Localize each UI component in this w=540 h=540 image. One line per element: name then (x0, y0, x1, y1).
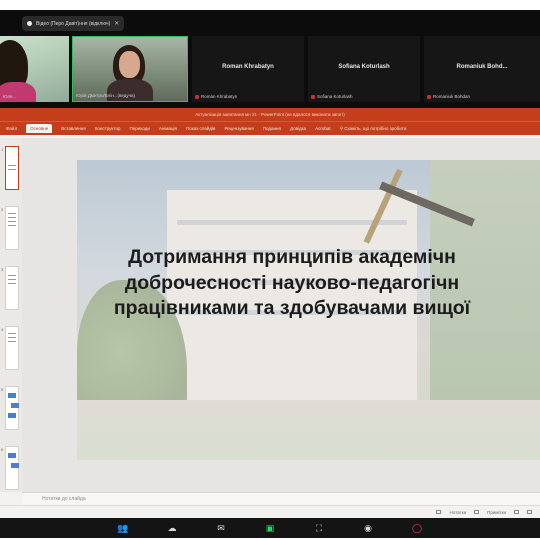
record-icon: ◉ (364, 522, 372, 533)
participant-caption-text: Romaniuk Bohdan (433, 94, 471, 99)
participant-video (107, 79, 153, 101)
participant-tile-active-speaker[interactable]: Юрій Дмитро/Блін...(ведуча) (72, 36, 188, 102)
participant-caption-text: Sofiana Koturlash (317, 94, 353, 99)
chat-icon: ✉ (217, 522, 225, 533)
record-dot-icon (27, 21, 32, 26)
tab-insert[interactable]: Вставлення (61, 126, 86, 131)
leave-button[interactable]: ◯ (393, 518, 442, 538)
mic-muted-icon (427, 94, 431, 99)
thumbnail-number: 1 (1, 147, 4, 152)
slide-title[interactable]: Дотримання принципів академічн доброчесн… (22, 245, 540, 322)
thumbnail-image (5, 446, 19, 490)
meeting-toolbar: 👥 ☁ ✉ ▣ ⛶ ◉ ◯ (0, 518, 540, 538)
thumbnail-image (5, 266, 19, 310)
tab-slideshow[interactable]: Показ слайдів (186, 126, 215, 131)
tab-transitions[interactable]: Переходи (129, 126, 149, 131)
notes-placeholder: Нотатки до слайда (42, 496, 86, 502)
fullscreen-icon: ⛶ (315, 522, 323, 533)
notes-pane[interactable]: Нотатки до слайда (22, 492, 540, 505)
status-bar: Нотатки Примітки (0, 505, 540, 518)
tab-animations[interactable]: Анімація (159, 126, 177, 131)
participant-caption: Romaniuk Bohdan (427, 94, 470, 99)
thumbnail-image (5, 326, 19, 370)
participant-caption: Roman Khrabatyn (195, 94, 237, 99)
participant-tile[interactable]: Sofiana Koturlash Sofiana Koturlash (308, 36, 420, 102)
thumbnail-image (5, 146, 19, 190)
participant-name: Sofiana Koturlash (338, 64, 390, 70)
thumbnail-image (5, 206, 19, 250)
participant-strip: Юля... Юрій Дмитро/Блін...(ведуча) Roman… (0, 32, 540, 108)
thumbnail-number: 5 (1, 387, 4, 392)
tab-acrobat[interactable]: Acrobat (315, 126, 331, 131)
status-notes[interactable]: Нотатки (449, 510, 466, 515)
share-icon: ▣ (265, 522, 275, 533)
tab-help[interactable]: Довідка (290, 126, 306, 131)
mic-muted-icon (195, 94, 199, 99)
reactions-icon: ☁ (167, 522, 177, 533)
powerpoint-window: Актуалізація запитання мн 21 - PowerPoin… (0, 108, 540, 518)
participant-tile[interactable]: Юля... (0, 36, 69, 102)
thumbnail-image (5, 386, 19, 430)
participant-caption-text: Юля... (3, 94, 17, 99)
slide-editor-canvas[interactable]: Дотримання принципів академічн доброчесн… (22, 138, 540, 492)
participant-name: Roman Khrabatyn (222, 64, 274, 70)
thumbnail-number: 4 (1, 327, 4, 332)
tab-design[interactable]: Конструктор (95, 126, 121, 131)
participant-caption: Юля... (3, 94, 16, 99)
slide-background-ground (77, 400, 540, 460)
comments-icon[interactable] (474, 510, 480, 514)
status-pill[interactable]: Вiдео (Перо Давiт)ння (вiдключ) ✕ (22, 16, 125, 31)
record-button[interactable]: ◉ (344, 518, 393, 538)
tab-home[interactable]: Основне (26, 124, 53, 133)
slide-thumbnail-pane: 1 2 3 4 5 6 (0, 138, 22, 492)
participant-caption-text: Roman Khrabatyn (201, 94, 238, 99)
tab-view[interactable]: Подання (263, 126, 281, 131)
meeting-screen: Вiдео (Перо Давiт)ння (вiдключ) ✕ Юля...… (0, 10, 540, 538)
window-title: Актуалізація запитання мн 21 - PowerPoin… (0, 108, 540, 121)
participant-video (119, 51, 140, 78)
participant-caption-text: Юрій Дмитро/Блін...(ведуча) (76, 93, 136, 98)
leave-icon: ◯ (411, 522, 423, 533)
mic-muted-icon (311, 94, 315, 99)
tab-file[interactable]: Файл (6, 126, 17, 131)
participant-tile[interactable]: Roman Khrabatyn Roman Khrabatyn (192, 36, 304, 102)
status-comments[interactable]: Примітки (487, 510, 506, 515)
participant-name: Romaniuk Bohd... (456, 64, 508, 70)
notes-icon[interactable] (436, 510, 442, 514)
participant-video (0, 82, 36, 102)
participant-tile[interactable]: Romaniuk Bohd... Romaniuk Bohdan (424, 36, 540, 102)
participants-button[interactable]: 👥 (99, 518, 148, 538)
tell-me-search-text: Скажіть, що потрібно зробити (344, 125, 407, 131)
status-pill-text: Вiдео (Перо Давiт)ння (вiдключ) (36, 20, 111, 27)
thumbnail-number: 6 (1, 447, 4, 452)
close-icon[interactable]: ✕ (114, 20, 119, 27)
fullscreen-button[interactable]: ⛶ (295, 518, 344, 538)
share-button[interactable]: ▣ (246, 518, 295, 538)
thumbnail-number: 3 (1, 267, 4, 272)
tell-me-search[interactable]: ⚲ Скажіть, що потрібно зробити (340, 126, 407, 132)
slide-sorter-icon[interactable] (527, 510, 532, 514)
participants-icon: 👥 (117, 522, 129, 533)
normal-view-icon[interactable] (514, 510, 519, 514)
ribbon-tabs: Файл Основне Вставлення Конструктор Пере… (0, 121, 540, 135)
thumbnail-number: 2 (1, 207, 4, 212)
reactions-button[interactable]: ☁ (148, 518, 197, 538)
participant-caption: Sofiana Koturlash (311, 94, 353, 99)
participant-caption: Юрій Дмитро/Блін...(ведуча) (76, 93, 135, 98)
tab-review[interactable]: Рецензування (224, 126, 253, 131)
chat-button[interactable]: ✉ (197, 518, 246, 538)
